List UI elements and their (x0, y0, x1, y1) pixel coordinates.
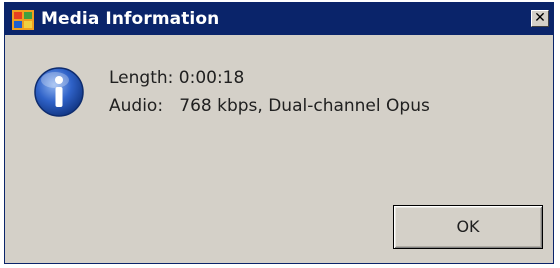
media-information-dialog: Media Information ✕ Length: 0:00:18 Audi… (4, 2, 554, 264)
dialog-body: Length: 0:00:18 Audio: 768 kbps, Dual-ch… (5, 35, 553, 263)
length-label: Length: (109, 68, 174, 88)
ok-button[interactable]: OK (393, 205, 543, 249)
window-title: Media Information (41, 9, 220, 29)
title-bar[interactable]: Media Information ✕ (5, 3, 553, 35)
app-icon (12, 10, 34, 30)
length-value: 0:00:18 (178, 68, 245, 88)
audio-value: 768 kbps, Dual-channel Opus (179, 96, 430, 116)
length-line: Length: 0:00:18 (109, 68, 244, 88)
close-button[interactable]: ✕ (531, 10, 549, 27)
close-icon: ✕ (534, 10, 546, 26)
audio-line: Audio: 768 kbps, Dual-channel Opus (109, 96, 430, 116)
information-icon (34, 67, 84, 117)
audio-label: Audio: (109, 96, 164, 116)
